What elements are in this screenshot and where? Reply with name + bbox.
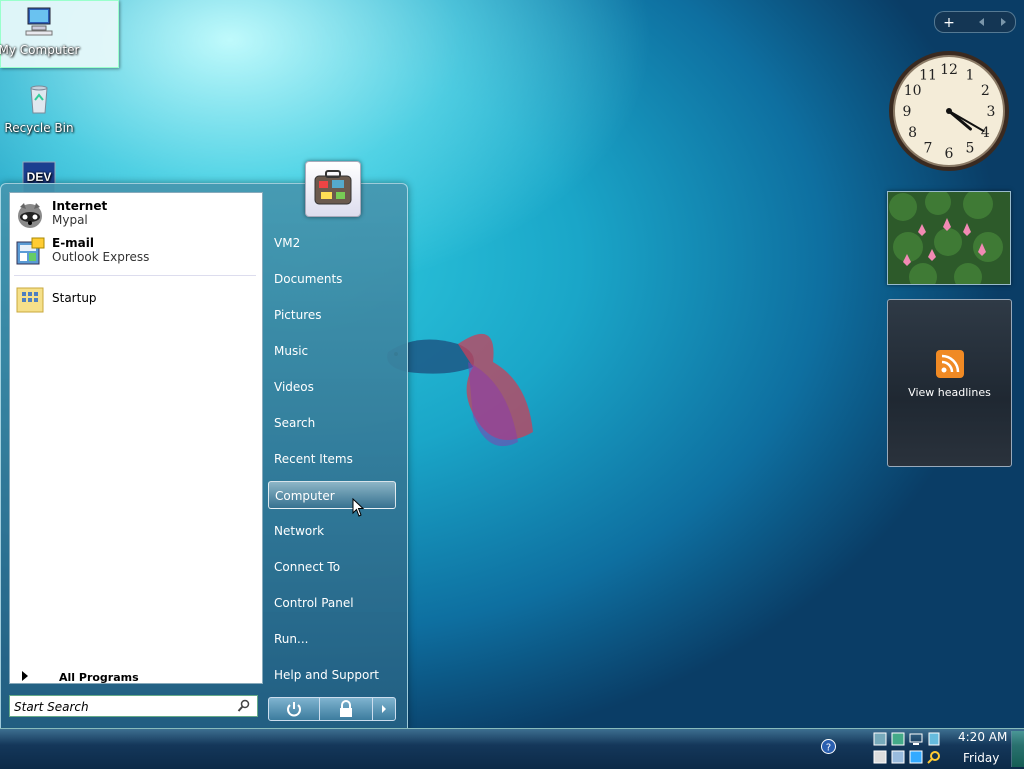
start-menu-left-pane: Internet Mypal E-mail Outlook Express St… (9, 192, 263, 684)
tray-program-icon[interactable] (873, 732, 887, 746)
start-menu-item-pictures[interactable]: Pictures (268, 301, 396, 329)
tray-clock-day[interactable]: Friday (963, 751, 999, 765)
slideshow-gadget[interactable] (887, 191, 1011, 285)
outlook-express-icon (16, 237, 45, 265)
recent-startup[interactable]: Startup (14, 281, 254, 317)
desktop-icon-my-computer[interactable]: My Computer (0, 4, 83, 57)
power-button[interactable] (268, 697, 320, 721)
user-suitcase-icon (314, 170, 352, 205)
add-gadget-icon: + (943, 15, 955, 31)
clock-numeral: 1 (966, 68, 975, 84)
start-menu-item-control-panel[interactable]: Control Panel (268, 589, 396, 617)
chevron-right-icon (382, 705, 386, 713)
clock-numeral: 11 (919, 68, 937, 84)
svg-text:?: ? (826, 743, 831, 754)
clock-numeral: 10 (904, 83, 922, 99)
recycle-bin-icon (30, 85, 48, 114)
taskbar (0, 728, 1024, 769)
recent-startup-title: Startup (52, 291, 97, 305)
start-menu-item-vm2[interactable]: VM2 (268, 229, 396, 257)
start-menu-item-computer[interactable]: Computer (268, 481, 396, 509)
desktop-icon-recycle-bin[interactable]: Recycle Bin (0, 82, 83, 135)
clock-numeral: 4 (981, 125, 990, 141)
start-search-placeholder: Start Search (14, 700, 89, 714)
start-menu-item-documents[interactable]: Documents (268, 265, 396, 293)
sidebar-toolbar: + (934, 11, 1016, 33)
shutdown-options-button[interactable] (372, 697, 396, 721)
start-menu-item-search[interactable]: Search (268, 409, 396, 437)
lock-button[interactable] (319, 697, 373, 721)
power-icon (287, 702, 301, 717)
pinned-email-subtitle: Outlook Express (52, 250, 150, 264)
clock-numeral: 2 (981, 83, 990, 99)
search-icon[interactable] (237, 699, 251, 713)
pinned-separator (14, 275, 256, 276)
clock-numeral: 3 (987, 104, 996, 120)
clock-gadget[interactable]: 1234567891011 12 (887, 49, 1011, 173)
start-search-input[interactable]: Start Search (9, 695, 258, 717)
tray-app-icon[interactable] (927, 732, 941, 746)
startup-folder-icon (16, 287, 44, 313)
user-picture[interactable] (305, 161, 361, 217)
pinned-internet[interactable]: Internet Mypal (14, 197, 254, 233)
tray-window-icon[interactable] (891, 732, 905, 746)
tray-clock-time[interactable]: 4:20 AM (958, 730, 1007, 744)
arrow-right-icon (22, 671, 28, 681)
show-desktop-button[interactable] (1011, 731, 1024, 767)
start-menu-item-music[interactable]: Music (268, 337, 396, 365)
start-menu-item-help-and-support[interactable]: Help and Support (268, 661, 396, 689)
pinned-internet-title: Internet (52, 199, 108, 213)
clock-numeral: 5 (966, 140, 975, 156)
clock-numeral: 12 (940, 62, 958, 78)
all-programs-button[interactable]: All Programs (22, 669, 252, 687)
tray-network-icon[interactable] (891, 750, 905, 764)
clock-numeral: 6 (945, 146, 954, 162)
desktop-icon-label: My Computer (0, 43, 80, 57)
view-headlines-label: View headlines (908, 386, 991, 399)
all-programs-label: All Programs (59, 671, 139, 684)
computer-icon (25, 7, 53, 36)
start-menu-item-connect-to[interactable]: Connect To (268, 553, 396, 581)
help-icon[interactable]: ? (821, 739, 836, 754)
start-menu-item-run[interactable]: Run... (268, 625, 396, 653)
sidebar-controls: + (943, 15, 1006, 31)
pinned-email-title: E-mail (52, 236, 95, 250)
lock-icon (340, 700, 352, 717)
start-menu-item-videos[interactable]: Videos (268, 373, 396, 401)
clock-numeral: 7 (924, 140, 933, 156)
rss-icon (936, 350, 964, 378)
water-lilies-image (888, 192, 1010, 284)
tray-calendar-icon[interactable] (873, 750, 887, 764)
desktop-icon-label: Recycle Bin (4, 121, 74, 135)
raccoon-browser-icon (18, 203, 42, 228)
pinned-email[interactable]: E-mail Outlook Express (14, 234, 254, 270)
feed-headlines-gadget[interactable]: View headlines (887, 299, 1012, 467)
dev-icon-text: DEV (27, 170, 52, 184)
start-menu-item-network[interactable]: Network (268, 517, 396, 545)
clock-numeral: 8 (908, 125, 917, 141)
clock-numeral: 9 (903, 104, 912, 120)
tray-search-icon[interactable] (927, 750, 941, 764)
mouse-cursor (352, 498, 365, 517)
start-menu-item-recent-items[interactable]: Recent Items (268, 445, 396, 473)
tray-display-icon[interactable] (909, 750, 923, 764)
pinned-internet-subtitle: Mypal (52, 213, 88, 227)
tray-monitor-icon[interactable] (909, 732, 923, 746)
